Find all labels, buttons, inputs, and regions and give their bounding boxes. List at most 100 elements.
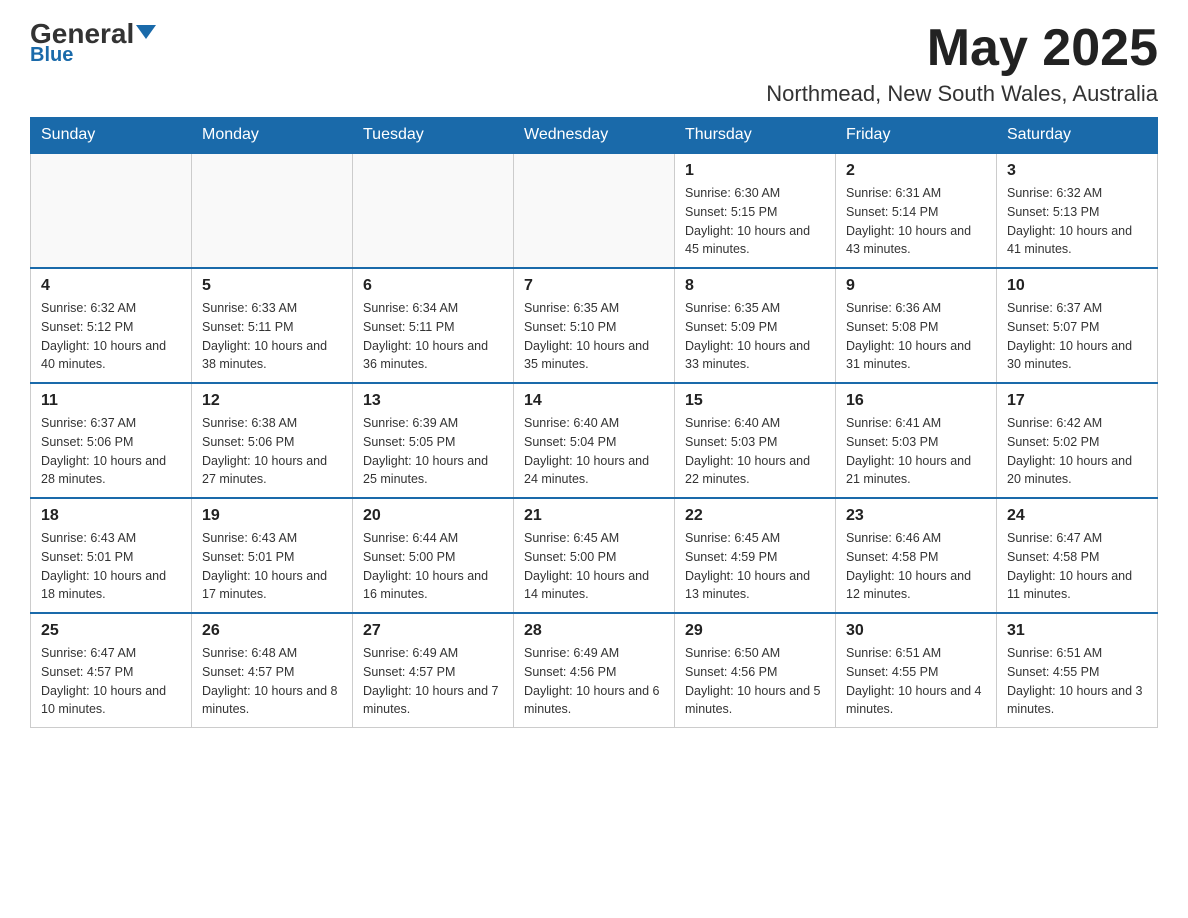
day-info: Sunrise: 6:37 AMSunset: 5:06 PMDaylight:…: [41, 414, 181, 489]
day-number: 4: [41, 277, 181, 295]
calendar-cell: 14Sunrise: 6:40 AMSunset: 5:04 PMDayligh…: [514, 383, 675, 498]
day-info: Sunrise: 6:33 AMSunset: 5:11 PMDaylight:…: [202, 299, 342, 374]
day-info: Sunrise: 6:39 AMSunset: 5:05 PMDaylight:…: [363, 414, 503, 489]
calendar-cell: [31, 153, 192, 268]
day-info: Sunrise: 6:36 AMSunset: 5:08 PMDaylight:…: [846, 299, 986, 374]
day-number: 3: [1007, 162, 1147, 180]
day-number: 16: [846, 392, 986, 410]
day-info: Sunrise: 6:34 AMSunset: 5:11 PMDaylight:…: [363, 299, 503, 374]
day-number: 23: [846, 507, 986, 525]
calendar-cell: 9 Sunrise: 6:36 AMSunset: 5:08 PMDaylight…: [836, 268, 997, 383]
day-info: Sunrise: 6:42 AMSunset: 5:02 PMDaylight:…: [1007, 414, 1147, 489]
page-header: General Blue May 2025 Northmead, New Sou…: [30, 20, 1158, 107]
calendar-cell: 16 Sunrise: 6:41 AMSunset: 5:03 PMDayligh…: [836, 383, 997, 498]
calendar-header-row: SundayMondayTuesdayWednesdayThursdayFrid…: [31, 118, 1158, 154]
day-info: Sunrise: 6:37 AMSunset: 5:07 PMDaylight:…: [1007, 299, 1147, 374]
day-info: Sunrise: 6:45 AMSunset: 4:59 PMDaylight:…: [685, 529, 825, 604]
day-info: Sunrise: 6:43 AMSunset: 5:01 PMDaylight:…: [202, 529, 342, 604]
day-info: Sunrise: 6:38 AMSunset: 5:06 PMDaylight:…: [202, 414, 342, 489]
calendar-cell: 12 Sunrise: 6:38 AMSunset: 5:06 PMDayligh…: [192, 383, 353, 498]
day-number: 5: [202, 277, 342, 295]
day-number: 13: [363, 392, 503, 410]
day-info: Sunrise: 6:32 AMSunset: 5:13 PMDaylight:…: [1007, 184, 1147, 259]
day-number: 17: [1007, 392, 1147, 410]
day-number: 9: [846, 277, 986, 295]
calendar-cell: 11 Sunrise: 6:37 AMSunset: 5:06 PMDayligh…: [31, 383, 192, 498]
day-info: Sunrise: 6:49 AMSunset: 4:56 PMDaylight:…: [524, 644, 664, 719]
calendar-cell: 18 Sunrise: 6:43 AMSunset: 5:01 PMDayligh…: [31, 498, 192, 613]
week-row-5: 25Sunrise: 6:47 AMSunset: 4:57 PMDayligh…: [31, 613, 1158, 728]
day-number: 29: [685, 622, 825, 640]
day-number: 27: [363, 622, 503, 640]
day-number: 19: [202, 507, 342, 525]
day-number: 11: [41, 392, 181, 410]
day-number: 30: [846, 622, 986, 640]
week-row-3: 11 Sunrise: 6:37 AMSunset: 5:06 PMDayligh…: [31, 383, 1158, 498]
calendar-cell: 24Sunrise: 6:47 AMSunset: 4:58 PMDayligh…: [997, 498, 1158, 613]
week-row-1: 1Sunrise: 6:30 AMSunset: 5:15 PMDaylight…: [31, 153, 1158, 268]
column-header-sunday: Sunday: [31, 118, 192, 154]
day-number: 22: [685, 507, 825, 525]
day-number: 10: [1007, 277, 1147, 295]
day-number: 8: [685, 277, 825, 295]
calendar-cell: 15Sunrise: 6:40 AMSunset: 5:03 PMDayligh…: [675, 383, 836, 498]
column-header-thursday: Thursday: [675, 118, 836, 154]
day-number: 26: [202, 622, 342, 640]
calendar-cell: 25Sunrise: 6:47 AMSunset: 4:57 PMDayligh…: [31, 613, 192, 728]
day-info: Sunrise: 6:35 AMSunset: 5:10 PMDaylight:…: [524, 299, 664, 374]
day-number: 7: [524, 277, 664, 295]
calendar-cell: 19 Sunrise: 6:43 AMSunset: 5:01 PMDayligh…: [192, 498, 353, 613]
day-number: 31: [1007, 622, 1147, 640]
calendar-cell: 6Sunrise: 6:34 AMSunset: 5:11 PMDaylight…: [353, 268, 514, 383]
day-info: Sunrise: 6:32 AMSunset: 5:12 PMDaylight:…: [41, 299, 181, 374]
day-info: Sunrise: 6:51 AMSunset: 4:55 PMDaylight:…: [846, 644, 986, 719]
day-info: Sunrise: 6:49 AMSunset: 4:57 PMDaylight:…: [363, 644, 503, 719]
day-info: Sunrise: 6:41 AMSunset: 5:03 PMDaylight:…: [846, 414, 986, 489]
day-number: 12: [202, 392, 342, 410]
day-info: Sunrise: 6:46 AMSunset: 4:58 PMDaylight:…: [846, 529, 986, 604]
day-info: Sunrise: 6:35 AMSunset: 5:09 PMDaylight:…: [685, 299, 825, 374]
day-number: 18: [41, 507, 181, 525]
day-number: 20: [363, 507, 503, 525]
calendar-cell: 17 Sunrise: 6:42 AMSunset: 5:02 PMDayligh…: [997, 383, 1158, 498]
calendar-cell: 31 Sunrise: 6:51 AMSunset: 4:55 PMDayligh…: [997, 613, 1158, 728]
calendar-table: SundayMondayTuesdayWednesdayThursdayFrid…: [30, 117, 1158, 728]
calendar-cell: [514, 153, 675, 268]
week-row-2: 4 Sunrise: 6:32 AMSunset: 5:12 PMDaylight…: [31, 268, 1158, 383]
day-info: Sunrise: 6:40 AMSunset: 5:03 PMDaylight:…: [685, 414, 825, 489]
day-info: Sunrise: 6:47 AMSunset: 4:58 PMDaylight:…: [1007, 529, 1147, 604]
day-number: 25: [41, 622, 181, 640]
calendar-cell: 27 Sunrise: 6:49 AMSunset: 4:57 PMDayligh…: [353, 613, 514, 728]
calendar-cell: 26 Sunrise: 6:48 AMSunset: 4:57 PMDayligh…: [192, 613, 353, 728]
day-info: Sunrise: 6:44 AMSunset: 5:00 PMDaylight:…: [363, 529, 503, 604]
calendar-cell: 2Sunrise: 6:31 AMSunset: 5:14 PMDaylight…: [836, 153, 997, 268]
column-header-saturday: Saturday: [997, 118, 1158, 154]
calendar-cell: 1Sunrise: 6:30 AMSunset: 5:15 PMDaylight…: [675, 153, 836, 268]
calendar-cell: 20 Sunrise: 6:44 AMSunset: 5:00 PMDayligh…: [353, 498, 514, 613]
day-number: 1: [685, 162, 825, 180]
day-info: Sunrise: 6:43 AMSunset: 5:01 PMDaylight:…: [41, 529, 181, 604]
day-info: Sunrise: 6:48 AMSunset: 4:57 PMDaylight:…: [202, 644, 342, 719]
calendar-cell: 5 Sunrise: 6:33 AMSunset: 5:11 PMDaylight…: [192, 268, 353, 383]
calendar-cell: 4 Sunrise: 6:32 AMSunset: 5:12 PMDaylight…: [31, 268, 192, 383]
calendar-cell: 13 Sunrise: 6:39 AMSunset: 5:05 PMDayligh…: [353, 383, 514, 498]
logo-blue: Blue: [30, 44, 73, 67]
day-info: Sunrise: 6:40 AMSunset: 5:04 PMDaylight:…: [524, 414, 664, 489]
title-area: May 2025 Northmead, New South Wales, Aus…: [766, 20, 1158, 107]
column-header-wednesday: Wednesday: [514, 118, 675, 154]
day-info: Sunrise: 6:31 AMSunset: 5:14 PMDaylight:…: [846, 184, 986, 259]
day-info: Sunrise: 6:50 AMSunset: 4:56 PMDaylight:…: [685, 644, 825, 719]
calendar-cell: 10 Sunrise: 6:37 AMSunset: 5:07 PMDayligh…: [997, 268, 1158, 383]
day-info: Sunrise: 6:51 AMSunset: 4:55 PMDaylight:…: [1007, 644, 1147, 719]
calendar-cell: 28Sunrise: 6:49 AMSunset: 4:56 PMDayligh…: [514, 613, 675, 728]
calendar-cell: 22 Sunrise: 6:45 AMSunset: 4:59 PMDayligh…: [675, 498, 836, 613]
calendar-cell: 7 Sunrise: 6:35 AMSunset: 5:10 PMDaylight…: [514, 268, 675, 383]
day-number: 21: [524, 507, 664, 525]
calendar-cell: 8 Sunrise: 6:35 AMSunset: 5:09 PMDaylight…: [675, 268, 836, 383]
logo-triangle-icon: [136, 25, 156, 39]
location-title: Northmead, New South Wales, Australia: [766, 81, 1158, 107]
column-header-monday: Monday: [192, 118, 353, 154]
calendar-cell: 29 Sunrise: 6:50 AMSunset: 4:56 PMDayligh…: [675, 613, 836, 728]
month-title: May 2025: [766, 20, 1158, 77]
column-header-tuesday: Tuesday: [353, 118, 514, 154]
